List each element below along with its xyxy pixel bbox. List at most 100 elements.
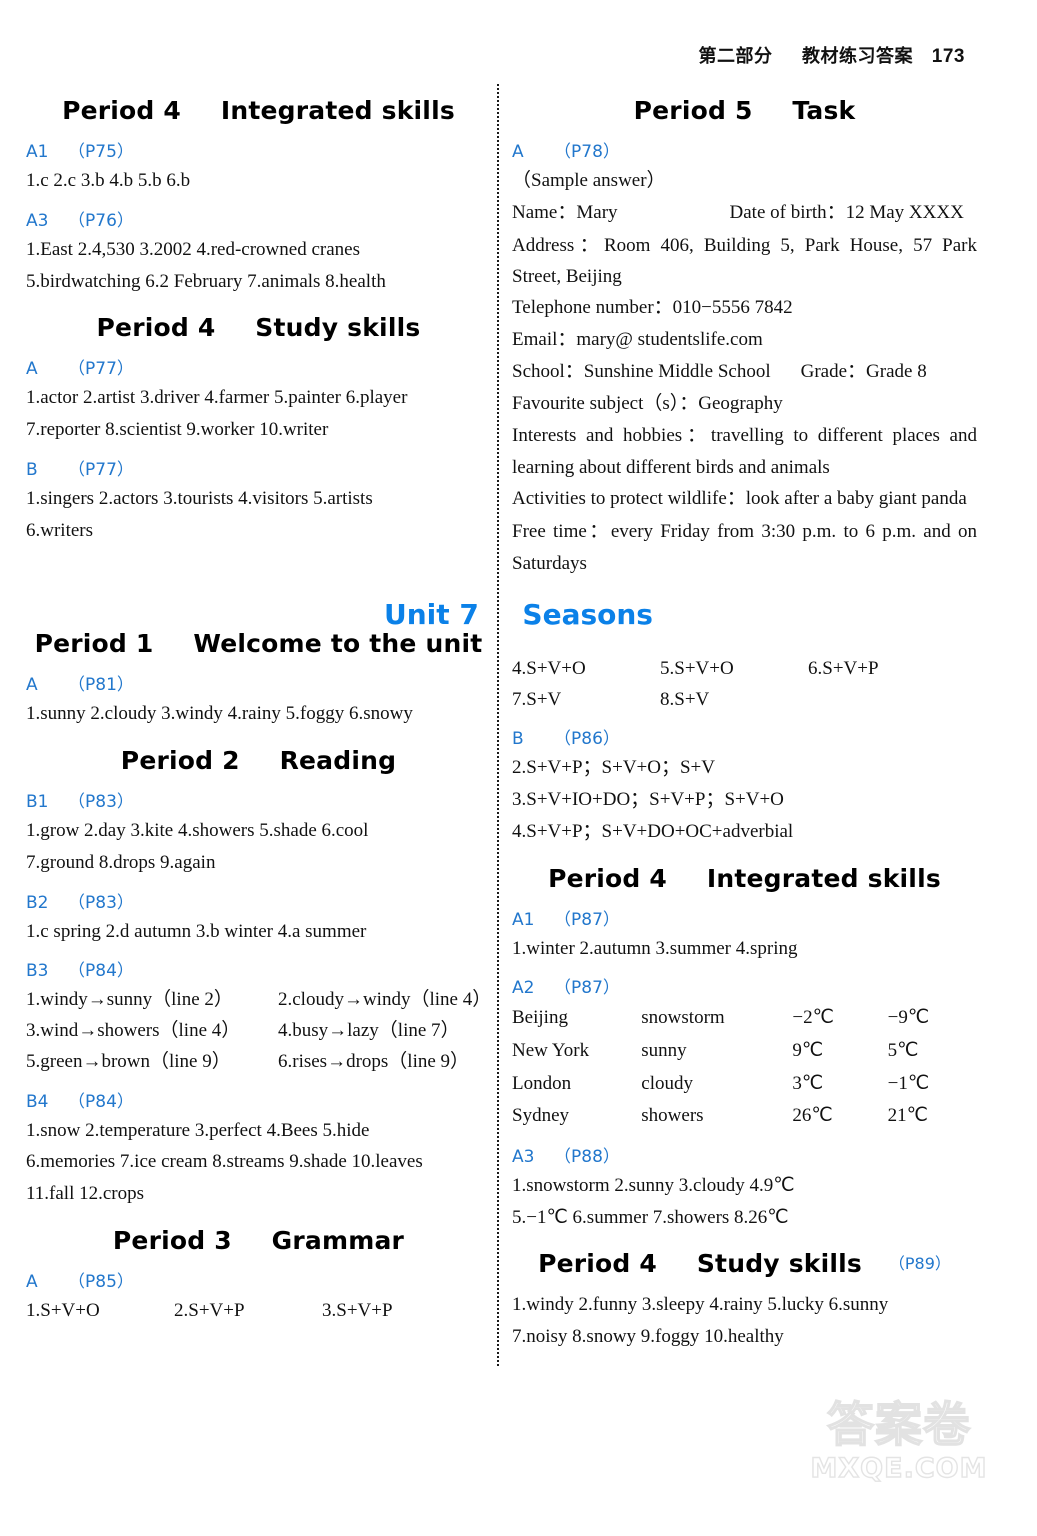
answer-line: 1.windy 2.funny 3.sleepy 4.rainy 5.lucky… — [512, 1294, 889, 1316]
exercise-page-ref: （P77） — [68, 359, 134, 380]
period-label: Period 3 — [112, 1226, 232, 1256]
exercise-page-ref: （P77） — [68, 459, 134, 480]
weather-city: London — [512, 1072, 572, 1094]
watermark-en-text: MXQE.COM — [810, 1452, 988, 1484]
answer-cell: 6.S+V+P — [808, 657, 879, 679]
answer-row: 1.S+V+O 2.S+V+P 3.S+V+P — [26, 1296, 491, 1327]
table-row: Beijing snowstorm −2℃ −9℃ — [512, 1002, 977, 1035]
weather-high-temp: −2℃ — [792, 1007, 834, 1029]
period-label: Period 5 — [633, 96, 753, 125]
task-field-favourite-subject: Favourite subject（s）：Geography — [512, 392, 783, 414]
table-row: New York sunny 9℃ 5℃ — [512, 1035, 977, 1068]
unit-banner-spacer — [512, 580, 977, 654]
task-field-email: Email：mary@ studentslife.com — [512, 329, 763, 351]
exercise-id: A — [26, 1272, 38, 1293]
answer-line: 7.reporter 8.scientist 9.worker 10.write… — [26, 419, 329, 441]
weather-condition: cloudy — [641, 1072, 693, 1094]
task-field-telephone: Telephone number：010−5556 7842 — [512, 297, 793, 319]
answer-cell: 3.wind→showers（line 4） — [26, 1020, 241, 1042]
period-label: Period 4 — [548, 863, 668, 893]
weather-low-temp: −9℃ — [887, 1007, 930, 1029]
weather-high-temp: 9℃ — [792, 1040, 824, 1062]
exercise-label-a3: A3 （P88） — [512, 1142, 977, 1167]
answer-row: 4.S+V+O 5.S+V+O 6.S+V+P — [512, 654, 977, 685]
task-field-activities: Activities to protect wildlife：look afte… — [512, 488, 967, 510]
weather-condition: sunny — [641, 1040, 687, 1062]
exercise-page-ref: （P83） — [68, 892, 134, 913]
exercise-id: A — [26, 675, 38, 696]
heading-period2-reading: Period 2 Reading — [26, 746, 491, 775]
exercise-id: A1 — [26, 142, 49, 162]
answer-line: 1.actor 2.artist 3.driver 4.farmer 5.pai… — [26, 387, 408, 409]
answer-cell — [808, 685, 956, 716]
period-name: Welcome to the unit — [193, 629, 483, 659]
sample-answer-note: （Sample answer） — [512, 170, 666, 191]
weather-low-temp: 5℃ — [887, 1040, 919, 1062]
weather-low-temp: −1℃ — [887, 1072, 930, 1094]
exercise-id: B — [512, 729, 524, 750]
period-label: Period 4 — [96, 313, 216, 343]
exercise-page-ref: （P84） — [68, 1091, 134, 1112]
exercise-label-a: A （P78） — [512, 137, 977, 162]
answer-line: 6.writers — [26, 519, 94, 541]
exercise-page-ref: （P78） — [554, 142, 620, 162]
weather-city: New York — [512, 1040, 590, 1062]
answer-line: 1.winter 2.autumn 3.summer 4.spring — [512, 937, 798, 959]
answer-line: 5.birdwatching 6.2 February 7.animals 8.… — [26, 270, 386, 292]
table-row: Sydney showers 26℃ 21℃ — [512, 1100, 977, 1133]
exercise-label-b2: B2 （P83） — [26, 888, 491, 913]
page-header: 第二部分 教材练习答案 173 — [698, 42, 965, 68]
exercise-page-ref: （P83） — [68, 792, 134, 813]
period-name: Study skills — [696, 1249, 862, 1279]
answer-cell: 1.S+V+O — [26, 1300, 100, 1322]
table-row: London cloudy 3℃ −1℃ — [512, 1068, 977, 1101]
exercise-id: A — [512, 142, 524, 162]
exercise-label-a: A （P77） — [26, 354, 491, 379]
answer-cell: 2.S+V+P — [174, 1300, 245, 1322]
period-name: Reading — [279, 746, 397, 776]
exercise-label-b4: B4 （P84） — [26, 1087, 491, 1112]
weather-high-temp: 26℃ — [792, 1105, 833, 1127]
exercise-label-b3: B3 （P84） — [26, 956, 491, 981]
heading-period5-task: Period 5 Task — [512, 96, 977, 125]
weather-condition: showers — [641, 1105, 704, 1127]
heading-period4-integrated-skills: Period 4 Integrated skills — [512, 864, 977, 893]
exercise-id: B2 — [26, 892, 49, 913]
answer-cell: 8.S+V — [660, 688, 710, 710]
task-field-address: Address：Room 406, Building 5, Park House… — [512, 234, 977, 288]
period-label: Period 4 — [538, 1249, 658, 1279]
weather-high-temp: 3℃ — [792, 1072, 824, 1094]
exercise-page-ref: （P87） — [554, 909, 620, 930]
answer-row: 3.wind→showers（line 4） 4.busy→lazy（line … — [26, 1016, 491, 1047]
answer-line: 6.memories 7.ice cream 8.streams 9.shade… — [26, 1151, 423, 1173]
task-field-name-dob: Name：Mary Date of birth：12 May XXXX — [512, 198, 977, 229]
task-field-grade: Grade：Grade 8 — [800, 360, 927, 382]
answer-line: 1.East 2.4,530 3.2002 4.red-crowned cran… — [26, 238, 360, 260]
answer-line: 3.S+V+IO+DO；S+V+P；S+V+O — [512, 789, 784, 811]
answer-cell: 7.S+V — [512, 688, 562, 710]
exercise-page-ref: （P81） — [68, 675, 134, 696]
answer-line: 7.noisy 8.snowy 9.foggy 10.healthy — [512, 1326, 784, 1348]
page-number: 173 — [931, 46, 965, 67]
exercise-id: A3 — [26, 210, 49, 231]
period-label: Period 4 — [62, 96, 182, 125]
weather-city: Beijing — [512, 1007, 568, 1029]
exercise-label-a3: A3 （P76） — [26, 206, 491, 231]
answer-line: 2.S+V+P；S+V+O；S+V — [512, 757, 715, 779]
weather-table: Beijing snowstorm −2℃ −9℃ New York sunny… — [512, 1002, 977, 1133]
exercise-label-b: B （P77） — [26, 455, 491, 480]
exercise-label-a: A （P85） — [26, 1267, 491, 1292]
left-column: Period 4 Integrated skills A1 （P75） 1.c 2… — [26, 80, 491, 1327]
answer-line: 1.c 2.c 3.b 4.b 5.b 6.b — [26, 170, 191, 191]
exercise-label-b1: B1 （P83） — [26, 787, 491, 812]
weather-low-temp: 21℃ — [887, 1105, 928, 1127]
answer-line: 1.snow 2.temperature 3.perfect 4.Bees 5.… — [26, 1119, 370, 1141]
answer-line: 1.sunny 2.cloudy 3.windy 4.rainy 5.foggy… — [26, 703, 413, 725]
period-name: Integrated skills — [706, 863, 941, 893]
period-name: Task — [792, 96, 856, 125]
exercise-id: A3 — [512, 1146, 535, 1167]
period-name: Study skills — [255, 313, 421, 343]
answer-line: 1.singers 2.actors 3.tourists 4.visitors… — [26, 487, 373, 509]
answer-line: 7.ground 8.drops 9.again — [26, 851, 216, 873]
exercise-label-a1: A1 （P75） — [26, 137, 491, 162]
